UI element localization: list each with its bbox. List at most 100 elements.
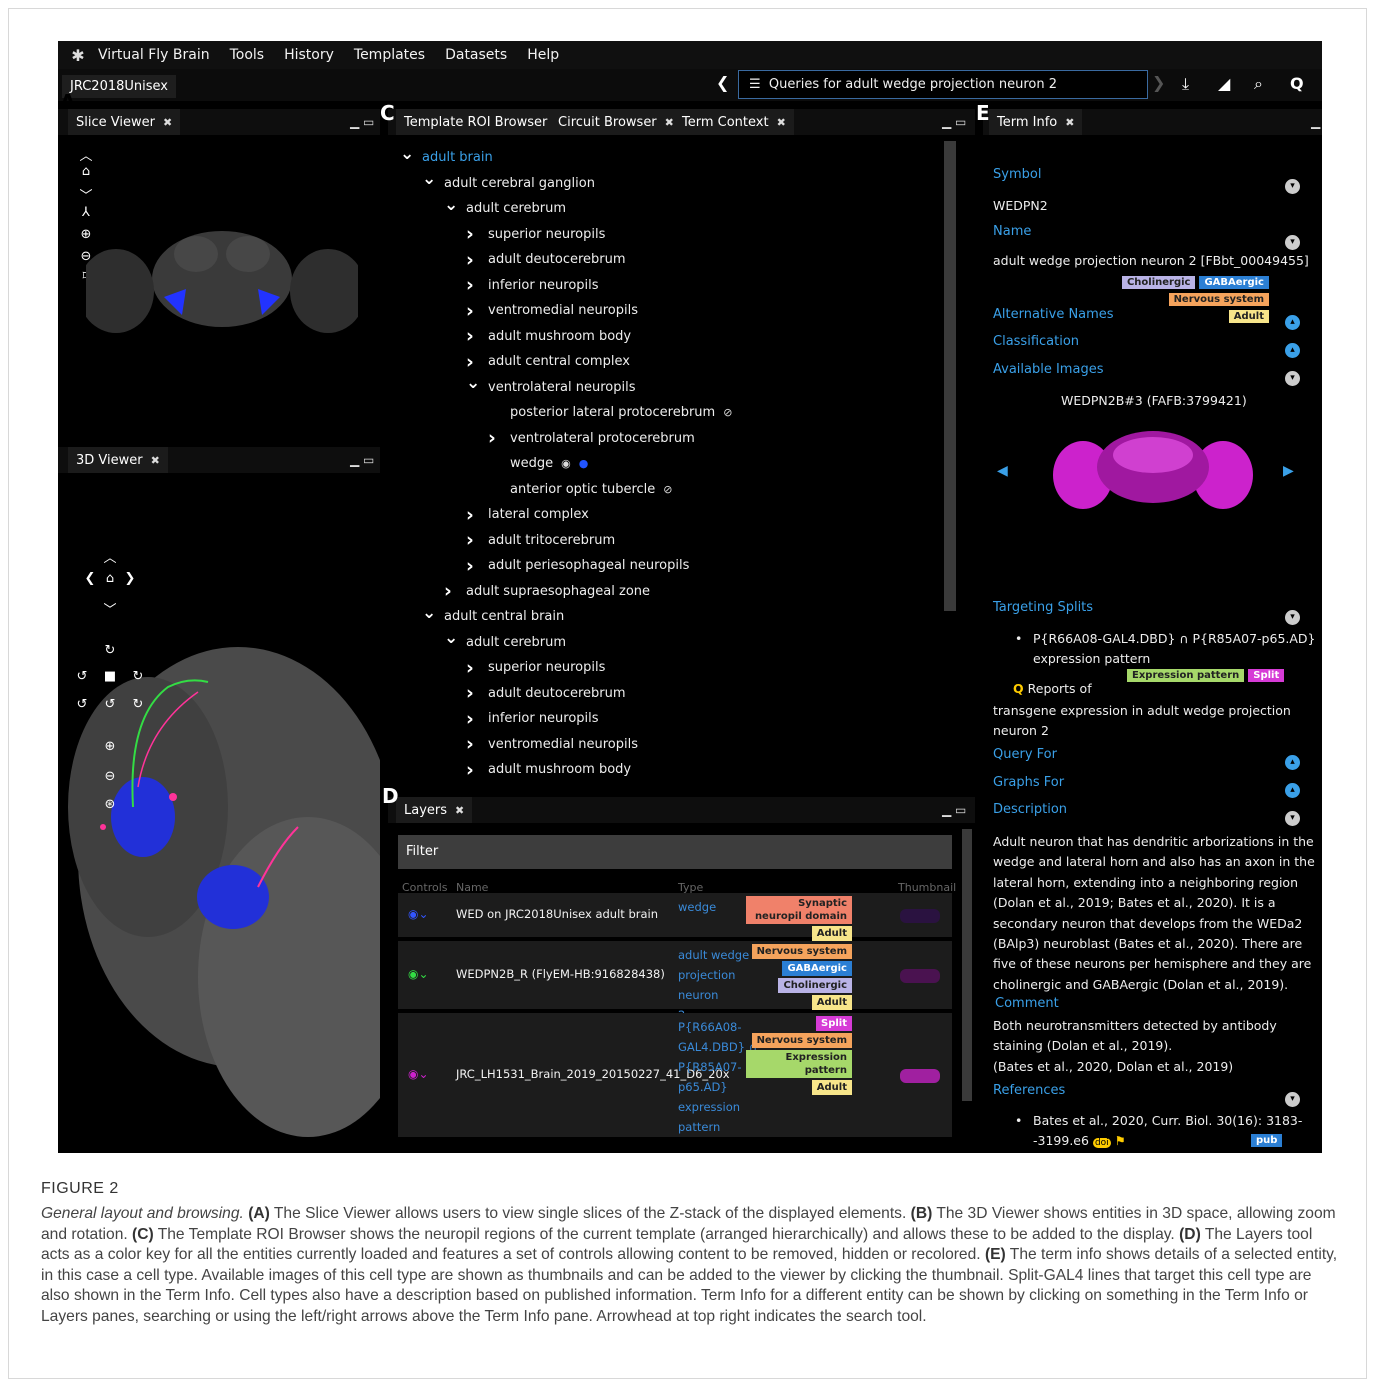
template-tab[interactable]: JRC2018Unisex — [62, 75, 176, 98]
close-icon[interactable]: ✖ — [163, 116, 172, 129]
history-forward-icon[interactable]: ❯ — [1152, 73, 1165, 92]
eye-icon[interactable]: ◉ — [561, 457, 571, 470]
tree-label[interactable]: adult mushroom body — [488, 329, 631, 344]
pan-left-icon[interactable]: ❮ — [80, 571, 100, 586]
layer-thumbnail[interactable] — [900, 1069, 940, 1083]
tree-row[interactable]: › ventromedial neuropils — [400, 732, 940, 758]
tree-row[interactable]: › adult central complex — [400, 349, 940, 375]
tree-label[interactable]: adult mushroom body — [488, 762, 631, 777]
tab-circuit-browser[interactable]: Circuit Browser ✖ — [550, 109, 682, 135]
tree-scrollbar[interactable] — [944, 141, 956, 611]
color-drop-icon[interactable]: ● — [579, 457, 589, 470]
neuron-thumbnail-image[interactable] — [1053, 425, 1253, 515]
download-icon[interactable]: ⤓ — [1182, 74, 1189, 94]
tree-label[interactable]: adult central complex — [488, 354, 630, 369]
tree-label[interactable]: adult cerebrum — [466, 201, 566, 216]
query-for-label[interactable]: Query For — [993, 747, 1057, 762]
tree-row[interactable]: › inferior neuropils — [400, 706, 940, 732]
menu-templates[interactable]: Templates — [354, 47, 425, 63]
pan-up-icon[interactable]: ︿ — [76, 145, 96, 164]
menu-tools[interactable]: Tools — [230, 47, 265, 63]
rotate-up-icon[interactable]: ↻ — [100, 643, 120, 658]
chevron-right-icon[interactable]: › — [466, 504, 488, 526]
chevron-down-icon[interactable]: ⌄ — [444, 628, 466, 648]
tree-row[interactable]: ⌄ adult cerebral ganglion — [400, 169, 940, 197]
tree-row[interactable]: › superior neuropils — [400, 655, 940, 681]
description-label[interactable]: Description — [993, 802, 1067, 817]
tree-label[interactable]: adult supraesophageal zone — [466, 584, 650, 599]
home-icon[interactable]: ⌂ — [76, 164, 96, 179]
tree-label[interactable]: adult central brain — [444, 609, 564, 624]
pub-badge[interactable]: pub — [1251, 1134, 1283, 1147]
chevron-down-icon[interactable]: ⌄ — [444, 195, 466, 215]
tree-row[interactable]: ⌄ adult brain — [400, 144, 940, 171]
close-icon[interactable]: ✖ — [151, 454, 160, 467]
layer-visibility-icon[interactable]: ◉⌄ — [408, 907, 429, 921]
tree-row[interactable]: › adult mushroom body — [400, 324, 940, 350]
tree-label[interactable]: ventrolateral protocerebrum — [510, 431, 695, 446]
chevron-right-icon[interactable]: › — [466, 708, 488, 730]
tree-row[interactable]: › adult mushroom body — [400, 757, 940, 783]
tree-label[interactable]: anterior optic tubercle — [510, 482, 655, 497]
pan-right-icon[interactable]: ❯ — [120, 571, 140, 586]
menu-datasets[interactable]: Datasets — [445, 47, 507, 63]
tree-row[interactable]: ⌄ adult central brain — [400, 603, 940, 630]
tree-label[interactable]: ventromedial neuropils — [488, 737, 638, 752]
tab-term-context[interactable]: Term Context ✖ — [674, 109, 794, 135]
reports-row[interactable]: Q Reports of — [1013, 679, 1092, 699]
tree-label[interactable]: adult brain — [422, 150, 493, 165]
split-badge[interactable]: Split — [1248, 669, 1285, 682]
tree-label[interactable]: adult periesophageal neuropils — [488, 558, 689, 573]
chevron-right-icon[interactable]: › — [488, 427, 510, 449]
name-badge[interactable]: Adult — [1228, 310, 1269, 323]
minimize-icon[interactable]: ▁ ▭ — [350, 115, 374, 129]
graphs-for-label[interactable]: Graphs For — [993, 775, 1064, 790]
expand-icon[interactable]: ▴ — [1285, 783, 1300, 798]
layer-visibility-icon[interactable]: ◉⌄ — [408, 1067, 429, 1081]
tree-row[interactable]: posterior lateral protocerebrum ⊘ — [400, 400, 940, 426]
collapse-icon[interactable]: ▾ — [1285, 371, 1300, 386]
targeting-splits-label[interactable]: Targeting Splits — [993, 600, 1093, 615]
globe-icon[interactable]: ⊛ — [100, 797, 120, 812]
pan-down-icon[interactable]: ﹀ — [100, 599, 120, 618]
rotate-left-icon[interactable]: ↺ — [72, 669, 92, 684]
tree-label[interactable]: superior neuropils — [488, 227, 605, 242]
chevron-right-icon[interactable]: › — [466, 325, 488, 347]
layers-filter[interactable]: Filter — [398, 835, 952, 869]
classification-label[interactable]: Classification — [993, 334, 1079, 349]
tree-label[interactable]: adult deutocerebrum — [488, 252, 626, 267]
layers-scrollbar[interactable] — [962, 829, 972, 1101]
layer-row[interactable]: ◉⌄ WEDPN2B_R (FlyEM-HB:916828438) adult we… — [398, 941, 952, 1022]
tab-template-roi-browser[interactable]: Template ROI Browser✖ — [396, 109, 573, 135]
tree-label[interactable]: adult cerebrum — [466, 635, 566, 650]
tree-row[interactable]: wedge ◉ ● — [400, 451, 940, 477]
name-badge[interactable]: Nervous system — [1168, 293, 1269, 306]
chevron-down-icon[interactable]: ⌄ — [466, 373, 488, 393]
expand-icon[interactable]: ▴ — [1285, 343, 1300, 358]
type-badge[interactable]: Synaptic neuropil domain — [746, 896, 852, 924]
close-icon[interactable]: ✖ — [777, 116, 786, 129]
layer-thumbnail[interactable] — [900, 969, 940, 983]
name-label[interactable]: Name — [993, 224, 1031, 239]
collapse-icon[interactable]: ▾ — [1285, 610, 1300, 625]
chevron-down-icon[interactable]: ⌄ — [400, 144, 422, 164]
reference-line[interactable]: Bates et al., 2020, Curr. Biol. 30(16): … — [1033, 1111, 1302, 1131]
query-field[interactable]: ☰ Queries for adult wedge projection neu… — [738, 70, 1148, 99]
tree-label[interactable]: adult tritocerebrum — [488, 533, 615, 548]
rotate-cw-icon[interactable]: ↻ — [128, 697, 148, 712]
tree-label[interactable]: superior neuropils — [488, 660, 605, 675]
type-badge[interactable]: Cholinergic — [778, 978, 852, 993]
chevron-right-icon[interactable]: › — [466, 733, 488, 755]
rotate-down-icon[interactable]: ↺ — [100, 697, 120, 712]
query-icon[interactable]: Q — [1290, 74, 1304, 93]
menu-app-name[interactable]: Virtual Fly Brain — [98, 47, 210, 63]
tab-layers[interactable]: Layers ✖ — [396, 797, 473, 823]
collapse-icon[interactable]: ▾ — [1285, 235, 1300, 250]
tree-row[interactable]: ⌄ adult cerebrum — [400, 628, 940, 656]
layer-row[interactable]: ◉⌄ JRC_LH1531_Brain_2019_20150227_41_D6_2… — [398, 1013, 952, 1137]
layer-row[interactable]: ◉⌄ WED on JRC2018Unisex adult brain wedge S… — [398, 893, 952, 958]
chevron-right-icon[interactable]: › — [466, 555, 488, 577]
chevron-right-icon[interactable]: › — [444, 580, 466, 602]
zoom-out-icon[interactable]: ⊖ — [100, 769, 120, 784]
minimize-icon[interactable]: ▁ — [1311, 115, 1320, 129]
